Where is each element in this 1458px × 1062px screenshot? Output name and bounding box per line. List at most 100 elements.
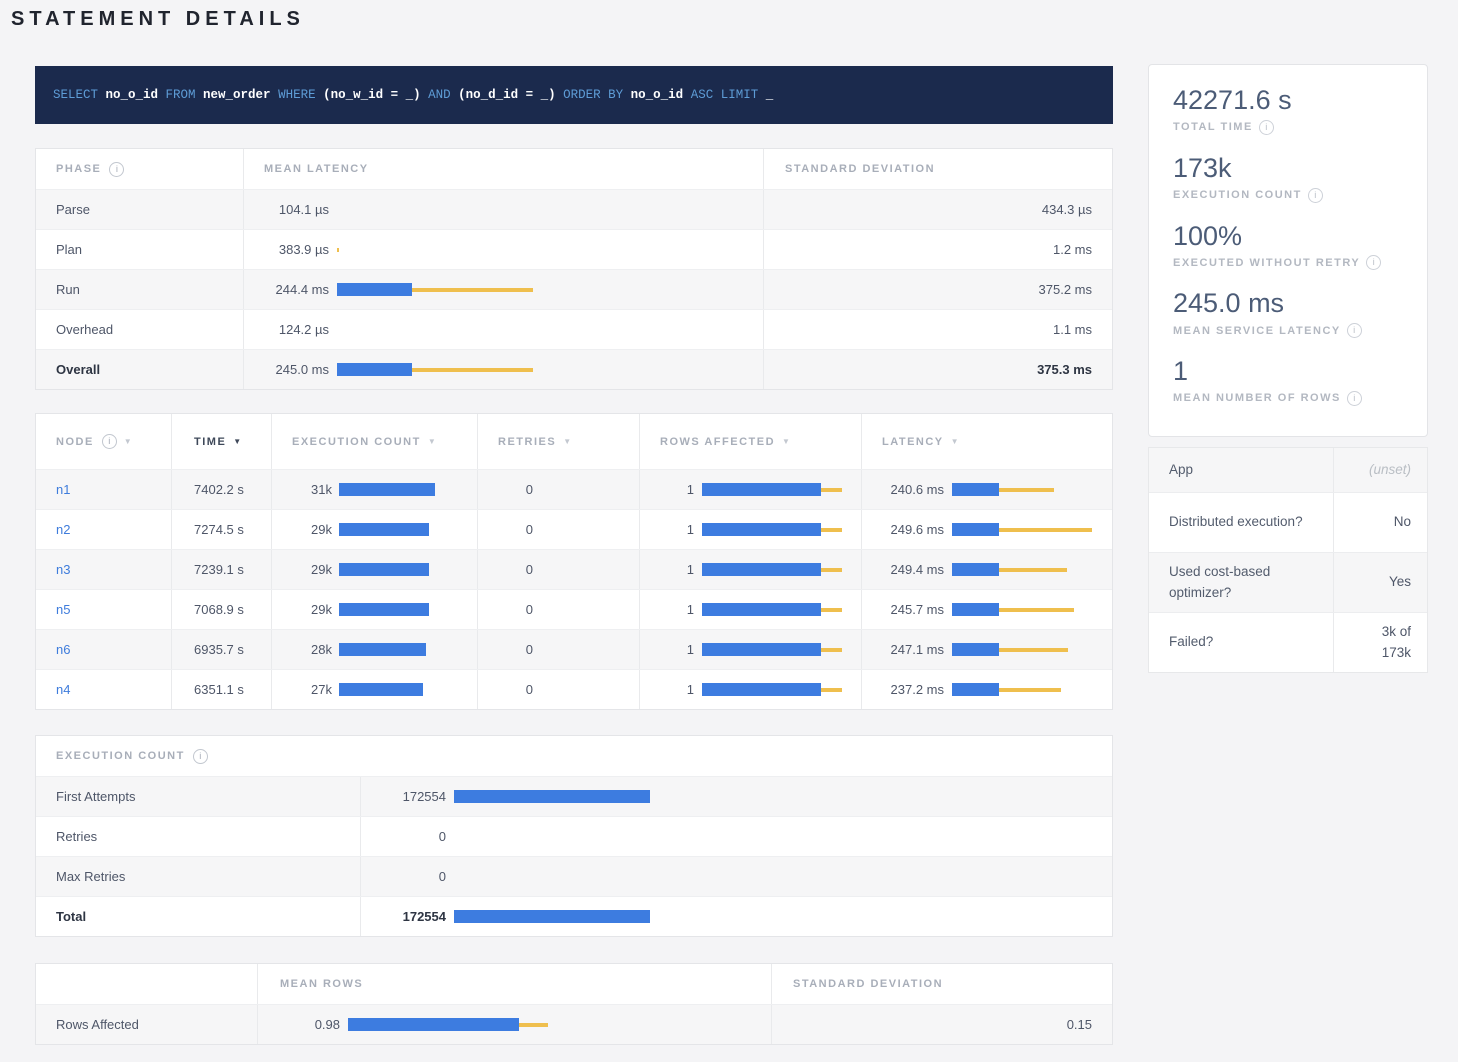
- standard-deviation-column-header: STANDARD DEVIATION: [771, 964, 1112, 1004]
- latency-column-header[interactable]: LATENCY▼: [861, 414, 1112, 469]
- info-icon[interactable]: i: [1347, 323, 1362, 338]
- table-row: Overall 245.0 ms 375.3 ms: [36, 349, 1112, 389]
- node-link[interactable]: n3: [56, 562, 70, 577]
- table-row: Parse 104.1 µs 434.3 µs: [36, 189, 1112, 229]
- sql-identifier: _: [758, 88, 773, 102]
- rows-affected-column-header[interactable]: ROWS AFFECTED▼: [639, 414, 861, 469]
- sql-keyword: SELECT: [53, 88, 106, 102]
- rows-bar: [348, 1018, 756, 1032]
- phase-label: Parse: [36, 190, 243, 229]
- retries-value: 0: [478, 522, 533, 537]
- mean-latency-value: 244.4 ms: [244, 282, 329, 297]
- mean-rows-value: 0.98: [258, 1017, 340, 1032]
- count-bar-segment: [339, 603, 429, 616]
- mean-bar-segment: [952, 523, 999, 536]
- execution-count-value: 29k: [272, 602, 332, 617]
- stat-executed-without-retry: 100% EXECUTED WITHOUT RETRYi: [1173, 220, 1403, 271]
- sort-arrow-icon: ▼: [563, 437, 571, 446]
- mean-latency-value: 124.2 µs: [244, 322, 329, 337]
- count-bar: [339, 523, 473, 537]
- rows-bar: [702, 643, 856, 657]
- rows-affected-value: 1: [640, 642, 694, 657]
- exec-count-value: 172554: [361, 789, 446, 804]
- time-value: 6351.1 s: [171, 670, 271, 709]
- execution-count-column-header[interactable]: EXECUTION COUNT▼: [271, 414, 477, 469]
- info-icon[interactable]: i: [1308, 188, 1323, 203]
- latency-bar: [952, 483, 1107, 497]
- info-icon[interactable]: i: [1347, 391, 1362, 406]
- table-row: Overhead 124.2 µs 1.1 ms: [36, 309, 1112, 349]
- stat-value: 173k: [1173, 152, 1403, 186]
- latency-value: 237.2 ms: [862, 682, 944, 697]
- node-link[interactable]: n1: [56, 482, 70, 497]
- retries-value: 0: [478, 562, 533, 577]
- latency-bar: [337, 203, 755, 217]
- phase-label: Plan: [36, 230, 243, 269]
- count-bar: [454, 830, 1107, 844]
- rows-affected-value: 1: [640, 602, 694, 617]
- stddev-value: 434.3 µs: [763, 190, 1112, 229]
- latency-value: 249.4 ms: [862, 562, 944, 577]
- retries-value: 0: [478, 682, 533, 697]
- count-bar-segment: [454, 910, 650, 923]
- property-value: No: [1333, 493, 1427, 552]
- latency-bar: [952, 523, 1107, 537]
- sql-keyword: AND: [428, 88, 458, 102]
- latency-bar: [952, 643, 1107, 657]
- latency-value: 249.6 ms: [862, 522, 944, 537]
- table-row: n6 6935.7 s 28k 0 1 247.1 ms: [36, 629, 1112, 669]
- node-table-header: NODEi▼ TIME▼ EXECUTION COUNT▼ RETRIES▼ R…: [36, 414, 1112, 469]
- sql-statement: SELECT no_o_id FROM new_order WHERE (no_…: [35, 66, 1113, 124]
- mean-bar-segment: [702, 563, 821, 576]
- info-icon[interactable]: i: [1259, 120, 1274, 135]
- node-link[interactable]: n5: [56, 602, 70, 617]
- property-label: Failed?: [1149, 613, 1333, 672]
- sort-arrow-icon: ▼: [428, 437, 436, 446]
- stat-execution-count: 173k EXECUTION COUNTi: [1173, 152, 1403, 203]
- mean-latency-column-header: MEAN LATENCY: [243, 149, 763, 189]
- mean-bar-segment: [702, 483, 821, 496]
- count-bar: [454, 870, 1107, 884]
- execution-count-value: 31k: [272, 482, 332, 497]
- table-row: First Attempts 172554: [36, 776, 1112, 816]
- latency-bar: [952, 563, 1107, 577]
- retries-column-header[interactable]: RETRIES▼: [477, 414, 639, 469]
- node-column-header[interactable]: NODEi▼: [36, 414, 171, 469]
- node-link[interactable]: n2: [56, 522, 70, 537]
- latency-bar: [952, 603, 1107, 617]
- table-row: n4 6351.1 s 27k 0 1 237.2 ms: [36, 669, 1112, 709]
- latency-value: 240.6 ms: [862, 482, 944, 497]
- stat-label: EXECUTED WITHOUT RETRYi: [1173, 255, 1403, 270]
- execution-count-value: 27k: [272, 682, 332, 697]
- node-link[interactable]: n4: [56, 682, 70, 697]
- info-icon[interactable]: i: [193, 749, 208, 764]
- stat-value: 42271.6 s: [1173, 84, 1403, 118]
- table-row: Rows Affected 0.98 0.15: [36, 1004, 1112, 1044]
- time-value: 6935.7 s: [171, 630, 271, 669]
- rows-bar: [702, 483, 856, 497]
- latency-bar: [952, 683, 1107, 697]
- rows-affected-value: 1: [640, 482, 694, 497]
- info-icon[interactable]: i: [1366, 255, 1381, 270]
- rows-bar: [702, 603, 856, 617]
- mean-bar-segment: [952, 563, 999, 576]
- sql-identifier: (no_d_id = _): [458, 88, 563, 102]
- stddev-value: 375.3 ms: [763, 350, 1112, 389]
- sql-identifier: new_order: [203, 88, 278, 102]
- stddev-value: 1.2 ms: [763, 230, 1112, 269]
- count-bar-segment: [339, 643, 426, 656]
- node-link[interactable]: n6: [56, 642, 70, 657]
- sql-identifier: no_o_id: [631, 88, 691, 102]
- execution-count-value: 29k: [272, 562, 332, 577]
- info-icon[interactable]: i: [102, 434, 117, 449]
- time-column-header[interactable]: TIME▼: [171, 414, 271, 469]
- time-value: 7068.9 s: [171, 590, 271, 629]
- stat-total-time: 42271.6 s TOTAL TIMEi: [1173, 84, 1403, 135]
- mean-bar-segment: [702, 523, 821, 536]
- phase-table: PHASEi MEAN LATENCY STANDARD DEVIATION P…: [35, 148, 1113, 390]
- property-label: Distributed execution?: [1149, 493, 1333, 552]
- info-icon[interactable]: i: [109, 162, 124, 177]
- phase-label: Overhead: [36, 310, 243, 349]
- property-value: 3k of 173k: [1333, 613, 1427, 672]
- latency-bar: [337, 323, 755, 337]
